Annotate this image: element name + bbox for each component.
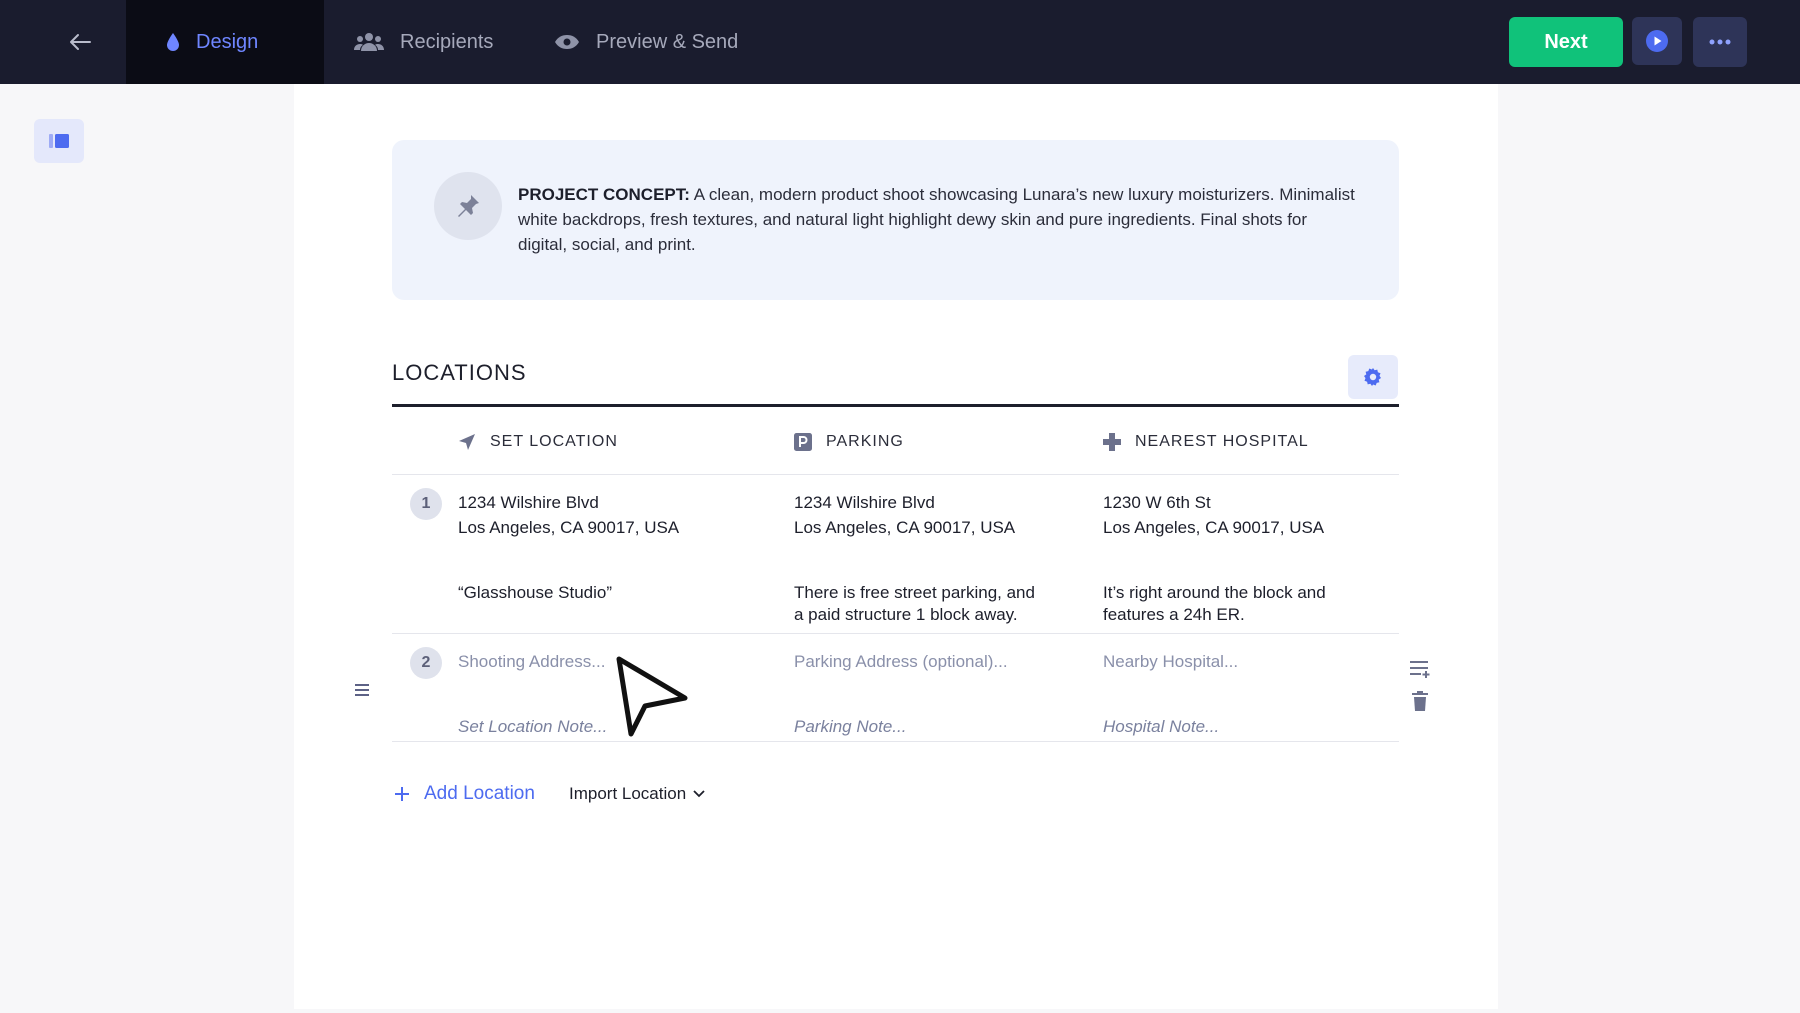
drag-handle-icon — [355, 684, 369, 696]
column-header-parking-label: PARKING — [826, 433, 904, 450]
trash-icon — [1412, 691, 1428, 711]
parking-note[interactable]: There is free street parking, and a paid… — [794, 582, 1035, 626]
tab-preview-send[interactable]: Preview & Send — [554, 0, 738, 84]
insert-row-button[interactable] — [1408, 658, 1432, 680]
tab-design[interactable]: Design — [126, 0, 324, 84]
parking-note-input[interactable]: Parking Note... — [794, 714, 906, 739]
people-icon — [354, 32, 384, 52]
header-divider — [392, 474, 1399, 475]
hospital-address-line1: 1230 W 6th St — [1103, 493, 1211, 512]
column-header-set-location: SET LOCATION — [458, 430, 618, 454]
pushpin-icon — [458, 195, 479, 217]
hospital-address[interactable]: 1230 W 6th St Los Angeles, CA 90017, USA — [1103, 490, 1324, 540]
gear-icon — [1364, 368, 1381, 386]
medical-cross-icon — [1103, 433, 1121, 451]
locations-settings-button[interactable] — [1348, 355, 1398, 399]
chevron-down-icon — [692, 789, 706, 799]
sidebar-toggle-button[interactable] — [34, 119, 84, 163]
row-divider — [392, 741, 1399, 742]
next-button[interactable]: Next — [1509, 17, 1623, 67]
locations-divider — [392, 404, 1399, 407]
hospital-address-line2: Los Angeles, CA 90017, USA — [1103, 518, 1325, 537]
concept-heading: PROJECT CONCEPT: — [518, 185, 690, 204]
tab-recipients-label: Recipients — [400, 30, 494, 53]
top-bar: Design Recipients Preview & Send Next — [0, 0, 1800, 84]
plus-icon — [394, 786, 410, 802]
column-header-parking: PARKING — [794, 430, 904, 454]
ellipsis-icon — [1709, 39, 1731, 45]
add-location-label: Add Location — [424, 783, 535, 804]
import-location-label: Import Location — [569, 784, 687, 803]
navigation-arrow-icon — [458, 433, 476, 451]
column-header-nearest-hospital-label: NEAREST HOSPITAL — [1135, 433, 1309, 450]
tab-preview-send-label: Preview & Send — [596, 30, 739, 53]
parking-address-line2: Los Angeles, CA 90017, USA — [794, 518, 1016, 537]
set-note[interactable]: “Glasshouse Studio” — [458, 582, 612, 604]
tab-design-label: Design — [196, 30, 259, 53]
parking-address-input[interactable]: Parking Address (optional)... — [794, 649, 1008, 674]
parking-note-line1: There is free street parking, and — [794, 583, 1035, 602]
insert-row-icon — [1410, 661, 1430, 678]
pin-badge — [434, 172, 502, 240]
parking-icon — [794, 433, 812, 451]
set-address-line2: Los Angeles, CA 90017, USA — [458, 518, 680, 537]
add-location-button[interactable]: Add Location — [394, 782, 535, 806]
shooting-address-input[interactable]: Shooting Address... — [458, 649, 605, 674]
play-preview-button[interactable] — [1632, 17, 1682, 65]
project-concept-box[interactable]: PROJECT CONCEPT: A clean, modern product… — [392, 140, 1399, 300]
import-location-dropdown[interactable]: Import Location — [569, 782, 706, 806]
locations-title: LOCATIONS — [392, 360, 527, 385]
drop-icon — [166, 32, 180, 52]
play-circle-icon — [1646, 30, 1668, 52]
arrow-left-icon — [70, 34, 91, 50]
hospital-note-line1: It’s right around the block and — [1103, 583, 1326, 602]
row-number-badge: 2 — [410, 647, 442, 679]
eye-icon — [554, 34, 580, 50]
back-button[interactable] — [62, 24, 98, 60]
hospital-note-input[interactable]: Hospital Note... — [1103, 714, 1219, 739]
set-address-line1: 1234 Wilshire Blvd — [458, 493, 599, 512]
more-options-button[interactable] — [1693, 17, 1747, 67]
row-number-badge: 1 — [410, 488, 442, 520]
sidebar-panel-icon — [49, 134, 69, 148]
mouse-cursor-icon — [616, 656, 688, 737]
tab-recipients[interactable]: Recipients — [354, 0, 493, 84]
row-divider — [392, 633, 1399, 634]
set-address[interactable]: 1234 Wilshire Blvd Los Angeles, CA 90017… — [458, 490, 679, 540]
hospital-note[interactable]: It’s right around the block and features… — [1103, 582, 1326, 626]
column-header-nearest-hospital: NEAREST HOSPITAL — [1103, 430, 1309, 454]
delete-row-button[interactable] — [1410, 690, 1430, 712]
parking-note-line2: a paid structure 1 block away. — [794, 605, 1018, 624]
row-drag-handle[interactable] — [352, 680, 372, 700]
parking-address-line1: 1234 Wilshire Blvd — [794, 493, 935, 512]
column-header-set-location-label: SET LOCATION — [490, 433, 618, 450]
hospital-note-line2: features a 24h ER. — [1103, 605, 1245, 624]
set-location-note-input[interactable]: Set Location Note... — [458, 714, 607, 739]
parking-address[interactable]: 1234 Wilshire Blvd Los Angeles, CA 90017… — [794, 490, 1015, 540]
nearby-hospital-input[interactable]: Nearby Hospital... — [1103, 649, 1238, 674]
concept-text: PROJECT CONCEPT: A clean, modern product… — [518, 182, 1358, 257]
